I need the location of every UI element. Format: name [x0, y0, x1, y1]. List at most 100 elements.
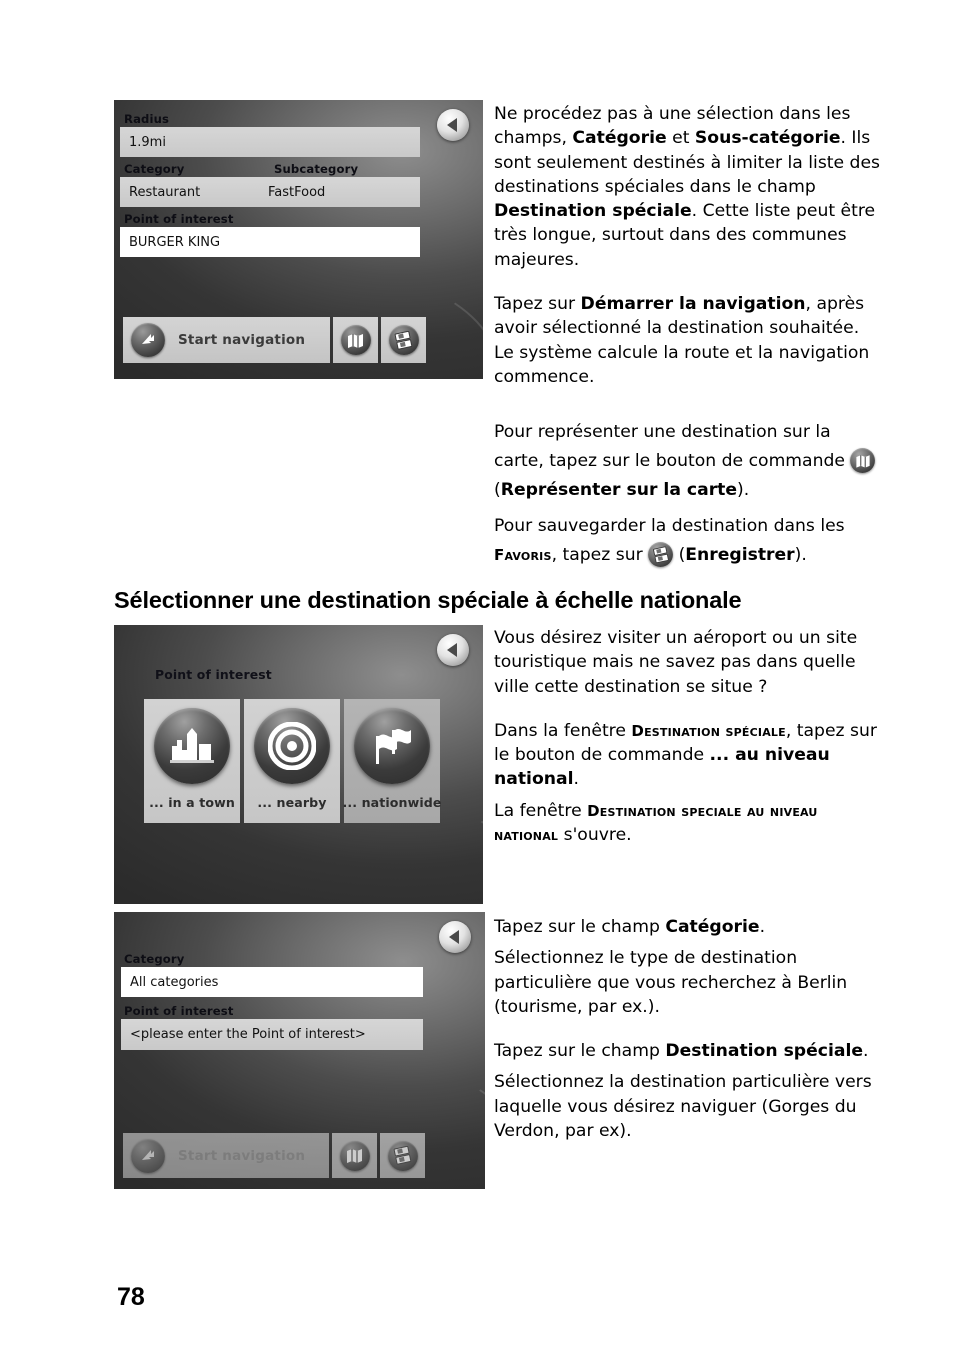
- text-run-bold: Destination spéciale: [665, 1041, 863, 1062]
- point-of-interest-field[interactable]: BURGER KING: [120, 227, 420, 257]
- show-on-map-button[interactable]: [333, 317, 378, 363]
- radius-value: 1.9mi: [129, 134, 166, 150]
- text-run-bold: Sous-catégorie: [694, 128, 841, 149]
- save-button[interactable]: [380, 1133, 425, 1178]
- text-run-bold: Démarrer la navigation: [580, 294, 806, 315]
- action-bar: Start navigation: [123, 317, 426, 363]
- tile-label: ... nearby: [257, 795, 327, 810]
- back-arrow-icon[interactable]: [437, 109, 469, 141]
- page-title: Sélectionner une destination spéciale à …: [114, 587, 742, 613]
- target-rings-icon: [254, 708, 330, 784]
- text-run: Tapez sur le champ: [494, 1041, 666, 1062]
- text-run-bold: Enregistrer: [685, 545, 795, 565]
- field-label-point-of-interest: Point of interest: [124, 212, 234, 226]
- paragraph: Vous désirez visiter un aéroport ou un s…: [494, 628, 858, 697]
- navigation-arrow-icon: [131, 1138, 165, 1173]
- text-block-nationwide-intro: Vous désirez visiter un aéroport ou un s…: [494, 626, 884, 847]
- save-icon: [648, 542, 674, 567]
- text-block-intro: Ne procédez pas à une sélection dans les…: [494, 102, 884, 389]
- subcategory-field[interactable]: FastFood: [268, 177, 418, 207]
- text-run-smallcaps: Favoris: [494, 546, 552, 564]
- save-button[interactable]: [381, 317, 426, 363]
- back-arrow-icon[interactable]: [439, 921, 471, 953]
- paragraph: Sélectionnez la destination particulière…: [494, 1072, 872, 1142]
- text-run: La fenêtre: [494, 800, 588, 821]
- field-label-subcategory: Subcategory: [274, 162, 359, 176]
- text-run-bold: Représenter sur la carte: [500, 480, 738, 500]
- text-run: ).: [737, 480, 750, 500]
- paragraph: Sélectionnez le type de destination part…: [494, 948, 848, 1017]
- text-run: Dans la fenêtre: [494, 720, 632, 741]
- subcategory-value: FastFood: [268, 184, 326, 200]
- text-run: Pour représenter une destination sur la …: [494, 422, 851, 471]
- text-block-map-and-save: Pour représenter une destination sur la …: [494, 418, 884, 570]
- start-navigation-button[interactable]: Start navigation: [123, 317, 330, 363]
- text-run: et: [666, 128, 695, 149]
- text-run-bold: Catégorie: [665, 917, 760, 937]
- field-label-point-of-interest: Point of interest: [124, 1004, 234, 1018]
- text-run: .: [863, 1041, 869, 1062]
- screen-title: Point of interest: [155, 667, 272, 682]
- field-label-category: Category: [124, 162, 185, 176]
- category-value: Restaurant: [129, 184, 201, 200]
- point-of-interest-field[interactable]: <please enter the Point of interest>: [121, 1019, 423, 1050]
- text-run: s'ouvre.: [558, 825, 632, 846]
- paragraph: Pour sauvegarder la destination dans les…: [494, 512, 884, 570]
- text-run: Tapez sur: [494, 294, 581, 315]
- tile-label: ... in a town: [149, 795, 235, 810]
- poi-scope-tiles: ... in a town ... nearby ... nationwide: [144, 699, 442, 823]
- text-run: (: [494, 480, 501, 500]
- paragraph: Tapez sur le champ Catégorie.: [494, 915, 884, 939]
- text-run: (: [673, 545, 686, 565]
- tile-nationwide[interactable]: ... nationwide: [342, 699, 442, 823]
- paragraph: Pour représenter une destination sur la …: [494, 418, 884, 505]
- page-number: 78: [117, 1283, 145, 1311]
- tile-label: ... nationwide: [342, 795, 442, 810]
- paragraph: Tapez sur le champ Destination spéciale.: [494, 1039, 884, 1063]
- paragraph: Dans la fenêtre Destination spéciale, ta…: [494, 719, 884, 792]
- point-of-interest-value: BURGER KING: [129, 234, 221, 250]
- show-on-map-button[interactable]: [332, 1133, 377, 1178]
- text-run-bold: Catégorie: [572, 128, 667, 149]
- paragraph: La fenêtre Destination speciale au nivea…: [494, 799, 884, 848]
- tile-nearby[interactable]: ... nearby: [244, 699, 340, 823]
- text-run: Pour sauvegarder la destination dans les: [494, 516, 845, 536]
- flags-icon: [354, 708, 430, 784]
- background-swoosh: [134, 820, 483, 904]
- save-icon: [388, 325, 419, 355]
- text-run: Tapez sur le champ: [494, 917, 666, 937]
- screenshot-poi-scope-chooser: Point of interest ... in a town ... near…: [114, 625, 483, 904]
- screenshot-poi-nationwide-entry: Category All categories Point of interes…: [114, 912, 485, 1189]
- paragraph: Ne procédez pas à une sélection dans les…: [494, 102, 884, 272]
- save-icon: [387, 1140, 418, 1171]
- radius-field[interactable]: 1.9mi: [120, 127, 420, 157]
- text-block-category-steps: Tapez sur le champ Catégorie. Sélectionn…: [494, 915, 884, 1143]
- point-of-interest-placeholder: <please enter the Point of interest>: [130, 1027, 366, 1042]
- city-skyline-icon: [154, 708, 230, 784]
- paragraph: Tapez sur Démarrer la navigation, après …: [494, 292, 884, 389]
- start-navigation-label: Start navigation: [178, 1147, 306, 1164]
- category-field[interactable]: All categories: [121, 967, 423, 997]
- text-run-smallcaps: Destination spéciale: [631, 721, 786, 740]
- navigation-arrow-icon: [131, 323, 165, 357]
- start-navigation-label: Start navigation: [178, 332, 306, 348]
- text-run: , tapez sur: [551, 545, 649, 565]
- category-value: All categories: [130, 974, 219, 990]
- map-icon: [340, 325, 371, 355]
- field-label-radius: Radius: [124, 112, 170, 126]
- screenshot-poi-local-result: Radius 1.9mi Category Subcategory Restau…: [114, 100, 483, 379]
- text-run-bold: Destination spéciale: [494, 201, 692, 222]
- tile-in-a-town[interactable]: ... in a town: [144, 699, 240, 823]
- text-run: .: [759, 917, 766, 937]
- start-navigation-button[interactable]: Start navigation: [123, 1133, 329, 1178]
- text-run: .: [573, 769, 579, 790]
- back-arrow-icon[interactable]: [437, 634, 469, 666]
- map-icon: [339, 1140, 370, 1171]
